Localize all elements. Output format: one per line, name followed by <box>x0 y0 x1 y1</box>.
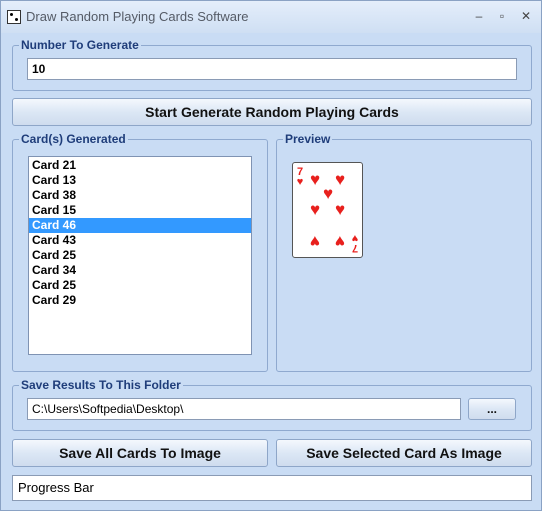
heart-icon: ♥ <box>309 200 321 219</box>
cards-listbox[interactable]: Card 21 Card 13 Card 38 Card 15 Card 46 Card … <box>28 156 252 355</box>
heart-icon: ♥ <box>351 232 359 244</box>
title-bar[interactable]: Draw Random Playing Cards Software – ▫ ✕ <box>1 1 541 33</box>
minimize-button[interactable]: – <box>468 6 490 26</box>
dice-icon <box>7 10 21 24</box>
list-item[interactable]: Card 21 <box>29 158 251 173</box>
folder-group-label: Save Results To This Folder <box>19 378 183 392</box>
list-item[interactable]: Card 29 <box>29 293 251 308</box>
list-item[interactable]: Card 38 <box>29 188 251 203</box>
list-item[interactable]: Card 25 <box>29 248 251 263</box>
heart-icon: ♥ <box>334 232 346 251</box>
window-title: Draw Random Playing Cards Software <box>26 9 249 24</box>
heart-icon: ♥ <box>296 176 304 188</box>
card-corner-bottom: 7 ♥ <box>350 232 360 254</box>
generate-button[interactable]: Start Generate Random Playing Cards <box>12 98 532 126</box>
heart-icon: ♥ <box>334 200 346 219</box>
playing-card-preview: 7 ♥ ♥ ♥ ♥ ♥ ♥ ♥ ♥ 7 ♥ <box>292 162 363 258</box>
maximize-button[interactable]: ▫ <box>491 6 513 26</box>
list-item[interactable]: Card 46 <box>29 218 251 233</box>
save-selected-button[interactable]: Save Selected Card As Image <box>276 439 532 467</box>
number-group-label: Number To Generate <box>19 38 141 52</box>
card-rank: 7 <box>351 242 359 254</box>
cards-group-label: Card(s) Generated <box>19 132 128 146</box>
list-item[interactable]: Card 34 <box>29 263 251 278</box>
folder-path-input[interactable]: C:\Users\Softpedia\Desktop\ <box>27 398 461 420</box>
list-item[interactable]: Card 25 <box>29 278 251 293</box>
list-item[interactable]: Card 43 <box>29 233 251 248</box>
list-item[interactable]: Card 15 <box>29 203 251 218</box>
browse-button[interactable]: ... <box>468 398 516 420</box>
close-button[interactable]: ✕ <box>515 6 537 26</box>
number-input[interactable]: 10 <box>27 58 517 80</box>
save-all-button[interactable]: Save All Cards To Image <box>12 439 268 467</box>
heart-icon: ♥ <box>309 232 321 251</box>
app-window: Draw Random Playing Cards Software – ▫ ✕… <box>0 0 542 511</box>
card-corner-top: 7 ♥ <box>295 167 305 188</box>
progress-bar: Progress Bar <box>12 475 532 501</box>
list-item[interactable]: Card 13 <box>29 173 251 188</box>
preview-group-label: Preview <box>283 132 333 146</box>
